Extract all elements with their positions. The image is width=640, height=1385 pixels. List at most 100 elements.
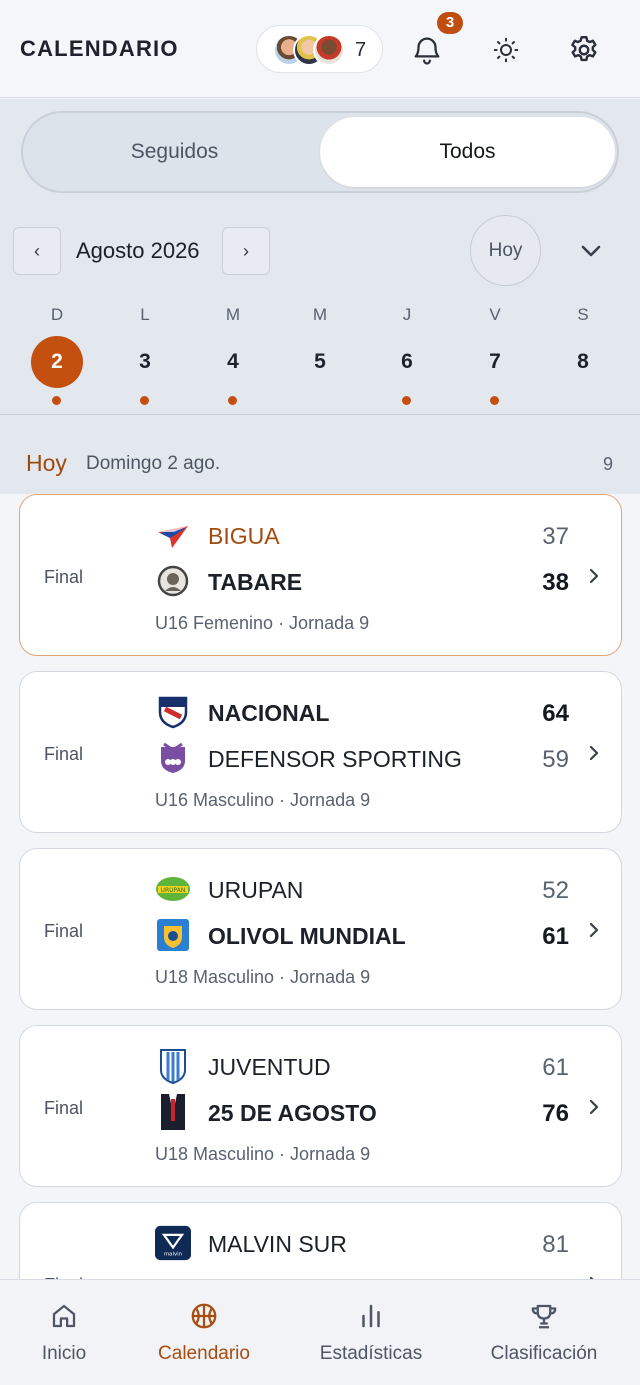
day-6[interactable]: J6 [363,299,451,409]
defensor-logo [155,740,191,776]
olivol-logo [155,917,191,953]
day-number: 4 [227,350,239,373]
page-title: CALENDARIO [20,36,179,61]
team-name: DEFENSOR SPORTING [208,746,462,772]
day-5[interactable]: M5 [276,299,364,409]
team-score: 64 [542,700,569,727]
weekday-letter: S [577,305,589,324]
notifications-button[interactable] [405,28,449,72]
team-row: TABARE 38 [155,561,605,601]
game-card[interactable]: Final NACIONAL 64 DEFENSOR SPORTING 59 U16 Ma… [19,671,622,833]
team-name: MALVIN SUR [208,1231,347,1257]
team-name: URUPAN [208,877,304,903]
followed-teams-pill[interactable]: 7 [256,25,383,73]
today-button[interactable]: Hoy [470,215,541,286]
games-indicator-dot [402,396,411,405]
game-card[interactable]: Final BIGUA 37 TABARE 38 U16 Femenino · Jorna… [19,494,622,656]
followers-count: 7 [355,39,367,61]
tab-seguidos[interactable]: Seguidos [27,117,322,187]
day-number: 6 [401,350,413,373]
team-score: 59 [542,746,569,773]
game-card[interactable]: Final URUPAN URUPAN 52 OLIVOL MUNDIAL 61 U18 M… [19,848,622,1010]
team-row: URUPAN URUPAN 52 [155,869,605,909]
day-8[interactable]: S8 [539,299,627,409]
team-name: OLIVOL MUNDIAL [208,923,406,949]
month-navigation: ‹ Agosto 2026 › Hoy [0,215,640,287]
team-row: BIGUA 37 [155,515,605,555]
date-header: Hoy Domingo 2 ago. 9 [0,415,640,494]
game-meta: U16 Femenino · Jornada 9 [155,613,370,633]
nav-label: Clasificación [490,1343,598,1364]
team-name: NACIONAL [208,700,330,726]
games-indicator-dot [52,396,61,405]
filter-tabs: Seguidos Todos [21,111,619,193]
weekday-letter: J [402,305,412,324]
weekday-letter: L [140,305,150,324]
day-number: 7 [489,350,501,373]
expand-calendar-button[interactable] [571,233,611,269]
25-de-agosto-logo [155,1094,191,1130]
date-label: Domingo 2 ago. [86,453,221,474]
day-7[interactable]: V7 [451,299,539,409]
game-card[interactable]: Final JUVENTUD 61 25 DE AGOSTO 76 U18 Masculi… [19,1025,622,1187]
theme-toggle-button[interactable] [484,28,528,72]
team-row: JUVENTUD 61 [155,1046,605,1086]
next-month-button[interactable]: › [222,227,270,275]
team-logo [155,1271,191,1279]
juventud-logo [155,1048,191,1084]
games-indicator-dot [490,396,499,405]
chevron-right-icon [589,922,599,938]
app-header: CALENDARIO 7 3 [0,0,640,98]
game-count: 9 [602,454,613,474]
tab-todos[interactable]: Todos [320,117,615,187]
chevron-down-icon [581,245,601,257]
weekday-letter: M [225,305,241,324]
team-score: 52 [542,877,569,904]
settings-button[interactable] [562,28,606,72]
team-row: 25 DE AGOSTO 76 [155,1092,605,1132]
chevron-right-icon [589,745,599,761]
prev-month-button[interactable]: ‹ [13,227,61,275]
games-list[interactable]: Final BIGUA 37 TABARE 38 U16 Femenino · Jorna… [0,494,640,1279]
nav-label: Estadísticas [319,1343,423,1364]
bell-icon [414,37,440,65]
team-name: TABARE [208,569,303,595]
team-score: 61 [542,1054,569,1081]
team-score: 76 [542,1100,569,1127]
calendar-panel: Seguidos Todos ‹ Agosto 2026 › Hoy D2L3M… [0,99,640,494]
game-card[interactable]: FinalmalvinMALVIN SUR81 [19,1202,622,1279]
nav-estadísticas[interactable]: Estadísticas [291,1280,451,1385]
nav-label: Calendario [158,1343,250,1364]
notification-badge: 3 [437,12,463,34]
nav-label: Inicio [41,1343,87,1364]
chevron-right-icon [589,568,599,584]
day-2[interactable]: D2 [13,299,101,409]
game-meta: U18 Masculino · Jornada 9 [155,967,371,987]
day-3[interactable]: L3 [101,299,189,409]
team-name: JUVENTUD [208,1054,331,1080]
team-row [155,1269,605,1279]
team-row: malvin MALVIN SUR 81 [155,1223,605,1263]
chevron-right-icon [589,1099,599,1115]
team-score: 81 [542,1231,569,1258]
team-row: NACIONAL 64 [155,692,605,732]
day-number: 5 [314,350,326,373]
nacional-logo [155,694,191,730]
team-name: 25 DE AGOSTO [208,1100,377,1126]
team-row: DEFENSOR SPORTING 59 [155,738,605,778]
game-status: Final [44,567,84,587]
bottom-navigation: Inicio Calendario Estadísticas Clasificació… [0,1279,640,1385]
game-meta: U18 Masculino · Jornada 9 [155,1144,371,1164]
home-icon [48,1300,80,1332]
games-indicator-dot [228,396,237,405]
stats-icon [355,1300,387,1332]
day-4[interactable]: M4 [189,299,277,409]
nav-clasificación[interactable]: Clasificación [464,1280,624,1385]
nav-inicio[interactable]: Inicio [0,1280,144,1385]
bigua-logo [155,517,191,553]
gear-icon [571,36,597,62]
svg-text:URUPAN: URUPAN [161,887,186,894]
weekday-letter: D [50,305,64,324]
month-label: Agosto 2026 [76,238,200,263]
nav-calendario[interactable]: Calendario [124,1280,284,1385]
